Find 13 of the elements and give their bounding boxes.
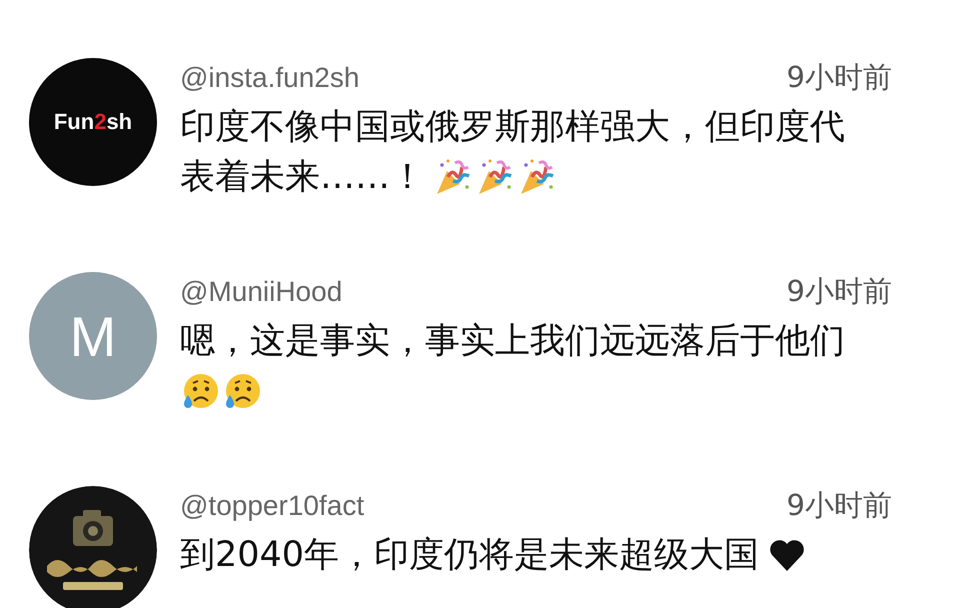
avatar[interactable]: Fun2sh (29, 58, 157, 186)
username[interactable]: @insta.fun2sh (180, 62, 360, 94)
username[interactable]: @MuniiHood (180, 276, 342, 308)
timestamp: 9小时前 (786, 487, 892, 524)
timestamp: 9小时前 (786, 273, 892, 310)
comment-text: 表着未来……！ (180, 156, 425, 199)
comment-text: 到2040年，印度仍将是未来超级大国 (180, 534, 760, 577)
comment-text: 印度不像中国或俄罗斯那样强大，但印度代 (180, 106, 845, 149)
timestamp: 9小时前 (786, 59, 892, 96)
logo-text: Fun2sh (54, 109, 132, 135)
comment-text: 嗯，这是事实，事实上我们远远落后于他们 (180, 320, 845, 363)
username[interactable]: @topper10fact (180, 490, 364, 522)
avatar-letter: M (70, 304, 116, 368)
